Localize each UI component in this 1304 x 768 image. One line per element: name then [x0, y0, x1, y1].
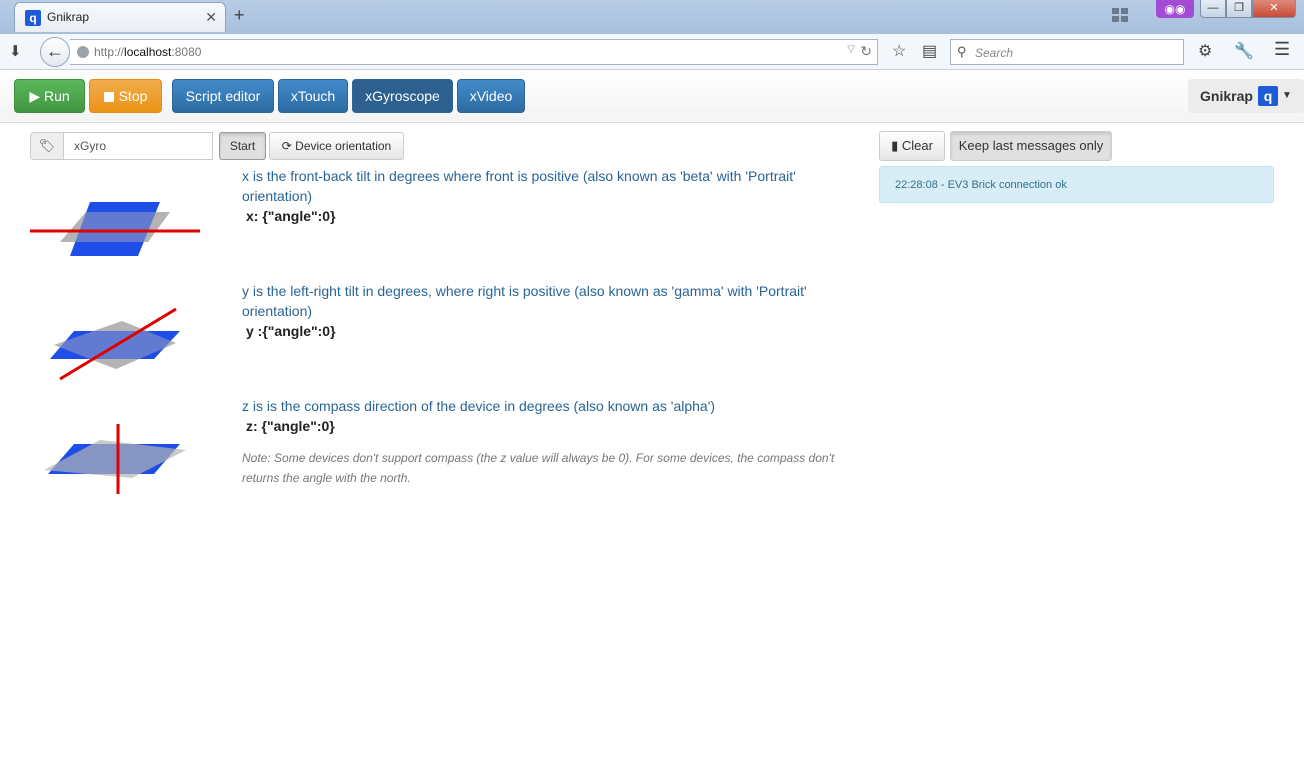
browser-tab[interactable]: q Gnikrap ✕: [14, 2, 226, 32]
url-text: http://localhost:8080: [94, 45, 201, 59]
stop-button[interactable]: Stop: [89, 79, 162, 113]
clear-button[interactable]: ▮ Clear: [879, 131, 945, 161]
xvideo-button[interactable]: xVideo: [457, 79, 525, 113]
file-icon: ▮: [891, 138, 902, 153]
compass-note: Note: Some devices don't support compass…: [242, 451, 835, 485]
search-placeholder: Search: [975, 46, 1014, 60]
browser-navbar: ⬇ ← http://localhost:8080 ▽ ↻ ☆ ▤ ⚲ Sear…: [0, 34, 1304, 70]
axis-z-value: z: {"angle":0}: [246, 418, 335, 434]
stop-icon: [103, 92, 114, 102]
minimize-button[interactable]: —: [1200, 0, 1226, 18]
gnikrap-favicon-icon: q: [25, 10, 41, 26]
refresh-icon: ⟳: [281, 139, 296, 153]
brand-label: Gnikrap: [1200, 88, 1253, 104]
reader-icon[interactable]: ▤: [922, 41, 937, 61]
axis-x-description: x is the front-back tilt in degrees wher…: [242, 168, 796, 204]
axis-y-value: y :{"angle":0}: [246, 323, 336, 339]
caret-down-icon: ▼: [1282, 90, 1292, 101]
run-button[interactable]: ▶ Run: [14, 79, 85, 113]
axis-y-description: y is the left-right tilt in degrees, whe…: [242, 283, 807, 319]
url-bar[interactable]: http://localhost:8080 ▽ ↻: [70, 39, 878, 65]
back-icon[interactable]: ←: [40, 37, 70, 67]
menu-icon[interactable]: ☰: [1274, 39, 1290, 60]
clear-label: Clear: [901, 138, 933, 153]
private-browsing-icon: ◉◉: [1156, 0, 1194, 18]
new-tab-icon[interactable]: +: [234, 5, 245, 26]
run-label: Run: [43, 88, 70, 104]
tab-close-icon[interactable]: ✕: [205, 9, 217, 26]
globe-icon: [77, 46, 89, 58]
xtouch-button[interactable]: xTouch: [278, 79, 348, 113]
gear-icon[interactable]: ⚙: [1198, 41, 1212, 61]
app-toolbar: ▶ Run Stop Script editor xTouch xGyrosco…: [0, 71, 1304, 123]
z-compass-illustration: [44, 424, 186, 494]
tab-groups-icon[interactable]: [1112, 8, 1128, 22]
brand-menu[interactable]: Gnikrap q ▼: [1188, 79, 1304, 113]
play-icon: ▶: [29, 88, 44, 104]
reload-icon[interactable]: ↻: [860, 43, 872, 60]
log-message: 22:28:08 - EV3 Brick connection ok: [895, 179, 1067, 191]
search-input[interactable]: ⚲ Search: [950, 39, 1184, 65]
stop-label: Stop: [118, 88, 148, 104]
orientation-label: Device orientation: [295, 139, 392, 153]
gnikrap-logo-icon: q: [1258, 86, 1278, 106]
sensor-name-input[interactable]: [63, 132, 213, 160]
script-editor-button[interactable]: Script editor: [172, 79, 274, 113]
url-dropdown-icon[interactable]: ▽: [847, 44, 855, 55]
tab-title: Gnikrap: [47, 10, 90, 24]
start-button[interactable]: Start: [219, 132, 266, 160]
axis-y-row: y is the left-right tilt in degrees, whe…: [0, 281, 870, 391]
x-tilt-illustration: [30, 202, 200, 256]
url-host: localhost: [124, 45, 172, 59]
restore-button[interactable]: ❐: [1226, 0, 1252, 18]
axis-z-description: z is is the compass direction of the dev…: [242, 398, 716, 414]
bookmark-star-icon[interactable]: ☆: [892, 41, 906, 61]
url-prefix: http://: [94, 45, 125, 59]
axis-x-row: x is the front-back tilt in degrees wher…: [0, 166, 870, 276]
browser-titlebar: q Gnikrap ✕ + ◉◉ — ❐ ✕: [0, 0, 1304, 34]
keep-last-messages-button[interactable]: Keep last messages only: [950, 131, 1112, 161]
close-window-button[interactable]: ✕: [1252, 0, 1296, 18]
download-icon[interactable]: ⬇: [9, 42, 22, 60]
axis-x-value: x: {"angle":0}: [246, 208, 336, 224]
y-tilt-illustration: [50, 307, 180, 381]
search-icon: ⚲: [957, 44, 967, 59]
url-port: :8080: [171, 45, 202, 59]
device-orientation-button[interactable]: ⟳ Device orientation: [269, 132, 404, 160]
wrench-icon[interactable]: 🔧: [1234, 41, 1254, 61]
message-log: 22:28:08 - EV3 Brick connection ok: [879, 166, 1274, 203]
tag-icon: 🏷: [30, 132, 64, 160]
xgyroscope-button[interactable]: xGyroscope: [352, 79, 453, 113]
